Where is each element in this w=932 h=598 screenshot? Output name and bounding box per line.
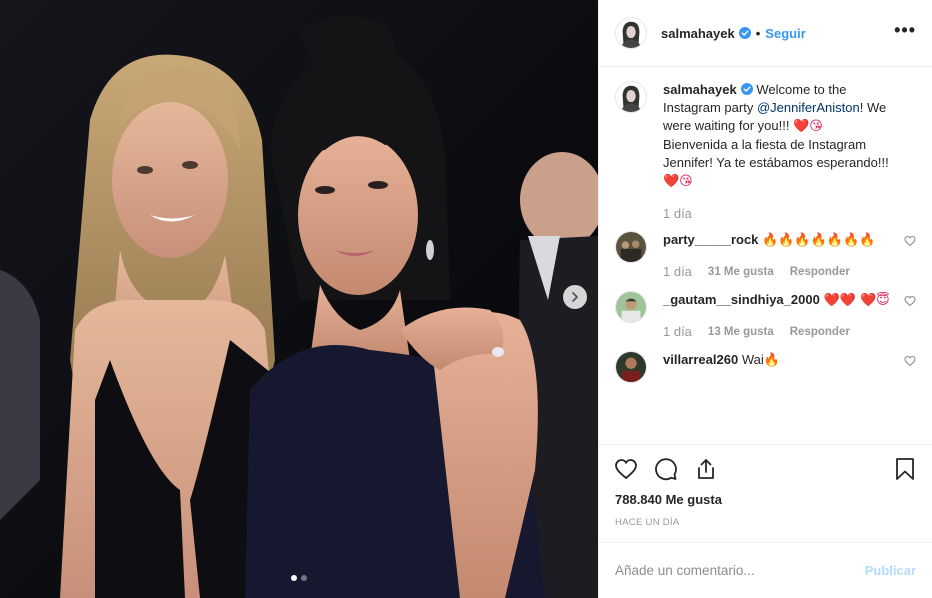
share-icon[interactable]	[693, 456, 719, 482]
comment-time[interactable]: 1 día	[663, 324, 692, 339]
carousel-next-button[interactable]	[563, 285, 587, 309]
comments-list[interactable]: salmahayek Welcome to the Instagram part…	[599, 67, 932, 444]
commenter-avatar-image	[616, 292, 646, 322]
caption-meta: 1 día	[663, 206, 892, 221]
comment-meta: 1 día 13 Me gusta Responder	[663, 324, 892, 339]
follow-button[interactable]: Seguir	[765, 26, 805, 41]
post-header: salmahayek • Seguir •••	[599, 0, 932, 67]
likes-count[interactable]: 788.840 Me gusta	[599, 492, 932, 507]
follow-separator: •	[755, 25, 761, 41]
caption-avatar[interactable]	[615, 81, 647, 113]
caption-text: salmahayek Welcome to the Instagram part…	[663, 81, 892, 191]
caption-body: salmahayek Welcome to the Instagram part…	[663, 81, 916, 221]
comment-reply-button[interactable]: Responder	[790, 326, 850, 338]
caption-mention-link[interactable]: @JenniferAniston	[757, 100, 860, 115]
caption-username[interactable]: salmahayek	[663, 82, 737, 97]
post-caption: salmahayek Welcome to the Instagram part…	[615, 81, 916, 221]
comment-username[interactable]: party_____rock	[663, 232, 758, 247]
comment-message: Wai	[741, 352, 764, 367]
commenter-avatar-image	[616, 352, 646, 382]
commenter-avatar[interactable]	[615, 291, 647, 323]
comment-item: villarreal260 Wai🔥	[615, 351, 916, 383]
comment-text: villarreal260 Wai🔥	[663, 351, 892, 370]
comment-username[interactable]: villarreal260	[663, 352, 738, 367]
photo-scene	[0, 0, 598, 598]
comment-input[interactable]	[615, 563, 865, 578]
add-comment-form: Publicar	[599, 542, 932, 598]
comment-body: party_____rock 🔥🔥🔥🔥🔥🔥🔥 1 día 31 Me gusta…	[663, 231, 916, 279]
caption-emoji-1: ❤️😘	[793, 119, 823, 134]
carousel-dot	[301, 575, 307, 581]
post-photo[interactable]	[0, 0, 598, 598]
commenter-avatar[interactable]	[615, 231, 647, 263]
post-actions-bar	[599, 444, 932, 492]
comment-emoji: ❤️❤️ ❤️😇	[823, 293, 890, 308]
carousel-dot-active	[291, 575, 297, 581]
caption-avatar-image	[616, 82, 646, 112]
comment-username[interactable]: _gautam__sindhiya_2000	[663, 292, 820, 307]
comment-likes[interactable]: 31 Me gusta	[708, 266, 774, 278]
bookmark-icon[interactable]	[892, 456, 918, 482]
caption-time[interactable]: 1 día	[663, 206, 692, 221]
comment-like-heart-icon[interactable]	[904, 235, 916, 247]
more-options-button[interactable]: •••	[894, 21, 916, 45]
comment-text: _gautam__sindhiya_2000 ❤️❤️ ❤️😇	[663, 291, 892, 310]
comment-time[interactable]: 1 día	[663, 264, 692, 279]
comment-like-heart-icon[interactable]	[904, 355, 916, 367]
comment-item: party_____rock 🔥🔥🔥🔥🔥🔥🔥 1 día 31 Me gusta…	[615, 231, 916, 279]
comment-body: _gautam__sindhiya_2000 ❤️❤️ ❤️😇 1 día 13…	[663, 291, 916, 339]
caption-emoji-2: ❤️😘	[663, 174, 693, 189]
comment-item: _gautam__sindhiya_2000 ❤️❤️ ❤️😇 1 día 13…	[615, 291, 916, 339]
comment-like-heart-icon[interactable]	[904, 295, 916, 307]
comment-emoji: 🔥	[763, 353, 780, 368]
author-avatar-image	[616, 18, 646, 48]
chevron-right-icon	[572, 292, 578, 302]
verified-badge-icon	[738, 27, 751, 39]
comment-likes[interactable]: 13 Me gusta	[708, 326, 774, 338]
post-side-panel: salmahayek • Seguir ••• salmahayek Welco…	[598, 0, 932, 598]
caption-text-spanish: Bienvenida a la fiesta de Instagram Jenn…	[663, 137, 889, 170]
carousel-indicator	[0, 575, 598, 581]
comment-emoji: 🔥🔥🔥🔥🔥🔥🔥	[762, 233, 876, 248]
comment-reply-button[interactable]: Responder	[790, 266, 850, 278]
publish-button[interactable]: Publicar	[865, 563, 916, 578]
verified-badge-icon	[740, 83, 753, 95]
post-time-ago[interactable]: HACE UN DÍA	[599, 517, 932, 528]
instagram-post: salmahayek • Seguir ••• salmahayek Welco…	[0, 0, 932, 598]
commenter-avatar-image	[616, 232, 646, 262]
comment-body: villarreal260 Wai🔥	[663, 351, 916, 383]
heart-icon[interactable]	[613, 456, 639, 482]
comment-text: party_____rock 🔥🔥🔥🔥🔥🔥🔥	[663, 231, 892, 250]
comment-icon[interactable]	[653, 456, 679, 482]
commenter-avatar[interactable]	[615, 351, 647, 383]
author-avatar[interactable]	[615, 17, 647, 49]
author-username[interactable]: salmahayek	[661, 26, 735, 41]
comment-meta: 1 día 31 Me gusta Responder	[663, 264, 892, 279]
